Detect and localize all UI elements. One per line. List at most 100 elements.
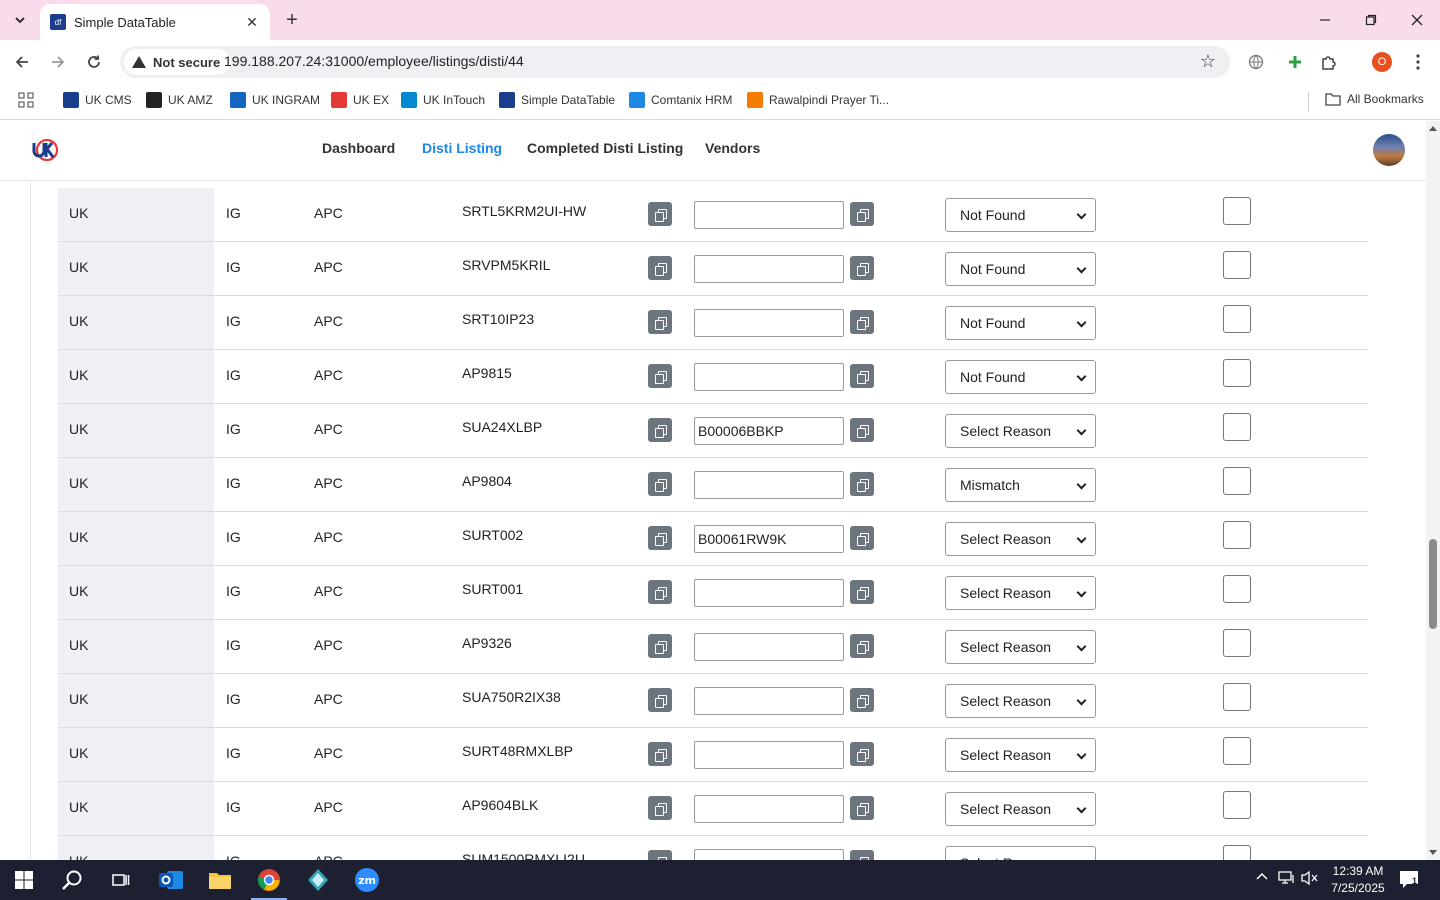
reason-select[interactable]: Not Found	[945, 360, 1096, 394]
asin-input[interactable]	[694, 255, 844, 283]
uk-logo-icon[interactable]	[30, 135, 60, 165]
scrollbar-thumb[interactable]	[1429, 539, 1437, 629]
taskbar-outlook[interactable]	[147, 860, 195, 900]
reason-select[interactable]: Select Reason	[945, 414, 1096, 448]
system-clock[interactable]: 12:39 AM 7/25/2025	[1328, 863, 1388, 897]
nav-dashboard[interactable]: Dashboard	[322, 140, 395, 156]
reason-select[interactable]: Select Reason	[945, 576, 1096, 610]
copy-sku-button[interactable]	[648, 580, 672, 604]
row-checkbox[interactable]	[1223, 683, 1251, 711]
row-checkbox[interactable]	[1223, 629, 1251, 657]
row-checkbox[interactable]	[1223, 251, 1251, 279]
copy-sku-button[interactable]	[648, 418, 672, 442]
copy-asin-button[interactable]	[850, 688, 874, 712]
row-checkbox[interactable]	[1223, 575, 1251, 603]
task-view-button[interactable]	[96, 860, 144, 900]
copy-asin-button[interactable]	[850, 418, 874, 442]
page-scrollbar[interactable]	[1426, 121, 1440, 860]
copy-sku-button[interactable]	[648, 742, 672, 766]
profile-avatar[interactable]: O	[1372, 52, 1392, 72]
taskbar-chrome[interactable]	[245, 860, 293, 900]
bookmark-comtanix-hrm[interactable]: Comtanix HRM	[629, 92, 732, 108]
globe-extension-icon[interactable]	[1244, 50, 1268, 74]
bookmark-rawalpindi-prayer[interactable]: Rawalpindi Prayer Ti...	[747, 92, 889, 108]
restore-button[interactable]	[1348, 0, 1394, 40]
reload-button[interactable]	[80, 48, 108, 76]
bookmark-uk-ingram[interactable]: UK INGRAM	[230, 92, 320, 108]
copy-sku-button[interactable]	[648, 364, 672, 388]
row-checkbox[interactable]	[1223, 467, 1251, 495]
copy-asin-button[interactable]	[850, 634, 874, 658]
all-bookmarks-button[interactable]: All Bookmarks	[1325, 92, 1424, 106]
reason-select[interactable]: Select Reason	[945, 846, 1096, 860]
copy-asin-button[interactable]	[850, 202, 874, 226]
asin-input[interactable]	[694, 687, 844, 715]
copy-asin-button[interactable]	[850, 472, 874, 496]
close-window-button[interactable]	[1394, 0, 1440, 40]
bookmark-simple-datatable[interactable]: Simple DataTable	[499, 92, 615, 108]
reason-select[interactable]: Select Reason	[945, 684, 1096, 718]
reason-select[interactable]: Select Reason	[945, 522, 1096, 556]
scroll-down-arrow-icon[interactable]	[1429, 850, 1437, 855]
notification-center-button[interactable]: 1	[1398, 868, 1420, 893]
copy-asin-button[interactable]	[850, 256, 874, 280]
bookmark-uk-cms[interactable]: UK CMS	[63, 92, 132, 108]
tab-search-button[interactable]	[6, 6, 34, 34]
asin-input[interactable]	[694, 795, 844, 823]
url-text[interactable]: 199.188.207.24:31000/employee/listings/d…	[224, 53, 524, 69]
copy-sku-button[interactable]	[648, 310, 672, 334]
copy-asin-button[interactable]	[850, 580, 874, 604]
asin-input[interactable]	[694, 309, 844, 337]
browser-tab-active[interactable]: df Simple DataTable ✕	[40, 4, 270, 40]
reason-select[interactable]: Select Reason	[945, 630, 1096, 664]
tray-chevron-up-icon[interactable]	[1255, 870, 1269, 887]
copy-sku-button[interactable]	[648, 634, 672, 658]
network-icon[interactable]	[1278, 870, 1296, 889]
bookmark-uk-intouch[interactable]: UK InTouch	[401, 92, 485, 108]
search-button[interactable]	[48, 860, 96, 900]
forward-button[interactable]	[44, 48, 72, 76]
asin-input[interactable]	[694, 525, 844, 553]
new-tab-button[interactable]: +	[280, 8, 304, 32]
bookmark-star-icon[interactable]: ☆	[1200, 51, 1216, 72]
reason-select[interactable]: Not Found	[945, 198, 1096, 232]
user-avatar[interactable]	[1373, 134, 1405, 166]
row-checkbox[interactable]	[1223, 791, 1251, 819]
nav-disti-listing[interactable]: Disti Listing	[422, 140, 502, 156]
copy-asin-button[interactable]	[850, 850, 874, 860]
start-button[interactable]	[0, 860, 48, 900]
bookmark-uk-ex[interactable]: UK EX	[331, 92, 389, 108]
asin-input[interactable]	[694, 363, 844, 391]
site-security-chip[interactable]: Not secure	[124, 49, 231, 75]
bookmark-uk-amz[interactable]: UK AMZ	[146, 92, 213, 108]
row-checkbox[interactable]	[1223, 359, 1251, 387]
row-checkbox[interactable]	[1223, 845, 1251, 860]
volume-muted-icon[interactable]	[1301, 870, 1319, 889]
copy-sku-button[interactable]	[648, 850, 672, 860]
row-checkbox[interactable]	[1223, 197, 1251, 225]
copy-sku-button[interactable]	[648, 526, 672, 550]
asin-input[interactable]	[694, 741, 844, 769]
taskbar-app-diamond[interactable]	[294, 860, 342, 900]
back-button[interactable]	[8, 48, 36, 76]
reason-select[interactable]: Not Found	[945, 306, 1096, 340]
copy-sku-button[interactable]	[648, 256, 672, 280]
asin-input[interactable]	[694, 417, 844, 445]
taskbar-zoom[interactable]: zm	[343, 860, 391, 900]
copy-asin-button[interactable]	[850, 310, 874, 334]
copy-sku-button[interactable]	[648, 202, 672, 226]
copy-sku-button[interactable]	[648, 472, 672, 496]
nav-vendors[interactable]: Vendors	[705, 140, 760, 156]
reason-select[interactable]: Mismatch	[945, 468, 1096, 502]
reason-select[interactable]: Not Found	[945, 252, 1096, 286]
taskbar-file-explorer[interactable]	[196, 860, 244, 900]
reason-select[interactable]: Select Reason	[945, 792, 1096, 826]
row-checkbox[interactable]	[1223, 413, 1251, 441]
green-plus-extension-icon[interactable]	[1283, 50, 1307, 74]
copy-sku-button[interactable]	[648, 688, 672, 712]
asin-input[interactable]	[694, 201, 844, 229]
row-checkbox[interactable]	[1223, 305, 1251, 333]
scroll-up-arrow-icon[interactable]	[1429, 126, 1437, 131]
more-vert-icon[interactable]	[1406, 50, 1430, 74]
puzzle-extensions-icon[interactable]	[1317, 50, 1341, 74]
